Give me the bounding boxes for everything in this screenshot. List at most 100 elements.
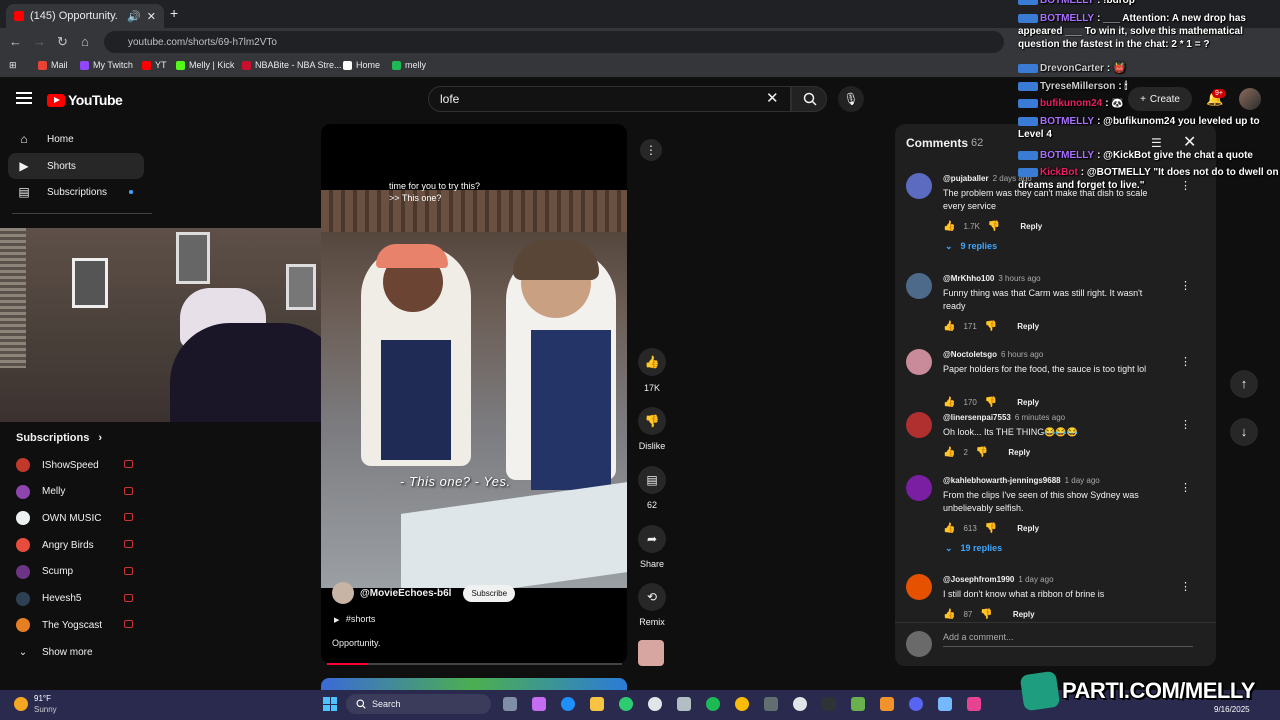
next-short-button[interactable]: ↓ <box>1230 418 1258 446</box>
bookmark-item[interactable]: Home <box>343 60 380 70</box>
thumbs-down-icon[interactable]: 👎 <box>985 523 997 534</box>
view-replies-button[interactable]: ⌄ 9 replies <box>945 241 997 252</box>
show-more-button[interactable]: ⌄ Show more <box>16 641 156 663</box>
reply-button[interactable]: Reply <box>1020 222 1042 231</box>
reply-button[interactable]: Reply <box>1013 610 1035 619</box>
view-replies-button[interactable]: ⌄ 19 replies <box>945 543 1002 554</box>
taskbar-search[interactable]: Search <box>346 694 491 714</box>
search-button[interactable] <box>791 86 827 112</box>
discord-icon[interactable] <box>909 697 923 711</box>
commenter-avatar[interactable] <box>906 412 932 438</box>
subscription-item[interactable]: Angry Birds <box>16 534 156 556</box>
comment-more-icon[interactable]: ⋮ <box>1180 355 1191 368</box>
short-video-frame[interactable] <box>321 190 627 588</box>
subscriptions-heading[interactable]: Subscriptions › <box>16 432 102 444</box>
back-icon[interactable]: ← <box>9 35 22 49</box>
comment-author[interactable]: @linersenpai7553 6 minutes ago <box>943 413 1065 422</box>
comment-author[interactable]: @kahlebhowarth-jennings9688 1 day ago <box>943 476 1100 485</box>
bookmark-item[interactable]: NBABite - NBA Stre... <box>242 60 342 70</box>
comment-author[interactable]: @Noctoletsgo 6 hours ago <box>943 350 1043 359</box>
commenter-avatar[interactable] <box>906 475 932 501</box>
more-options-icon[interactable]: ⋮ <box>640 139 662 161</box>
calculator-icon[interactable] <box>764 697 778 711</box>
new-tab-icon[interactable]: + <box>170 6 184 20</box>
weather-sun-icon[interactable] <box>14 697 28 711</box>
weather-temperature[interactable]: 91°F <box>34 694 51 703</box>
subscription-item[interactable]: Melly <box>16 481 156 503</box>
comment-more-icon[interactable]: ⋮ <box>1180 418 1191 431</box>
subscription-item[interactable]: The Yogscast <box>16 614 156 636</box>
obs-icon[interactable] <box>648 697 662 711</box>
reply-button[interactable]: Reply <box>1017 524 1039 533</box>
thumbs-up-icon[interactable]: 👍 <box>943 523 955 534</box>
thumbs-down-icon[interactable]: 👎 <box>988 221 1000 232</box>
subscribe-button[interactable]: Subscribe <box>463 584 516 602</box>
bookmark-item[interactable]: Melly | Kick <box>176 60 234 70</box>
valorant-icon[interactable] <box>967 697 981 711</box>
search-input[interactable]: lofe <box>428 86 791 112</box>
thumbs-down-icon[interactable]: 👎 <box>976 447 988 458</box>
commenter-avatar[interactable] <box>906 173 932 199</box>
like-button[interactable]: 👍 <box>638 348 666 376</box>
comment-more-icon[interactable]: ⋮ <box>1180 481 1191 494</box>
reload-icon[interactable]: ↻ <box>57 35 68 49</box>
minecraft-icon[interactable] <box>851 697 865 711</box>
commenter-avatar[interactable] <box>906 349 932 375</box>
subscription-item[interactable]: Hevesh5 <box>16 588 156 610</box>
copilot-icon[interactable] <box>532 697 546 711</box>
address-bar[interactable]: youtube.com/shorts/69-h7lm2VTo <box>104 31 1004 53</box>
paint-icon[interactable] <box>880 697 894 711</box>
audio-thumbnail[interactable] <box>638 640 664 666</box>
comment-more-icon[interactable]: ⋮ <box>1180 580 1191 593</box>
bookmark-item[interactable]: melly <box>392 60 426 70</box>
tab-close-icon[interactable]: ✕ <box>147 10 156 23</box>
add-comment-input[interactable]: Add a comment... <box>943 632 1193 647</box>
share-button[interactable]: ➦ <box>638 525 666 553</box>
sidebar-item-shorts[interactable]: ▶ Shorts <box>8 153 144 179</box>
edge-icon[interactable] <box>561 697 575 711</box>
thumbs-up-icon[interactable]: 👍 <box>943 609 955 620</box>
youtube-logo[interactable]: YouTube <box>47 92 123 108</box>
task-view-icon[interactable] <box>503 697 517 711</box>
subscription-item[interactable]: Scump <box>16 561 156 583</box>
reply-button[interactable]: Reply <box>1008 448 1030 457</box>
weather-description[interactable]: Sunny <box>34 705 57 714</box>
app-icon[interactable] <box>938 697 952 711</box>
chrome-icon[interactable] <box>735 697 749 711</box>
xbox-icon[interactable] <box>619 697 633 711</box>
thumbs-down-icon[interactable]: 👎 <box>980 609 992 620</box>
comment-author[interactable]: @MrKhho100 3 hours ago <box>943 274 1041 283</box>
progress-track[interactable] <box>327 663 622 665</box>
commenter-avatar[interactable] <box>906 273 932 299</box>
clear-search-icon[interactable]: ✕ <box>766 91 779 106</box>
forward-icon[interactable]: → <box>33 35 46 49</box>
dislike-button[interactable]: 👎 <box>638 407 666 435</box>
file-explorer-icon[interactable] <box>590 697 604 711</box>
bookmark-item[interactable]: My Twitch <box>80 60 133 70</box>
sidebar-item-home[interactable]: ⌂ Home <box>8 126 144 152</box>
reply-button[interactable]: Reply <box>1017 398 1039 407</box>
remix-button[interactable]: ⟲ <box>638 583 666 611</box>
thumbs-up-icon[interactable]: 👍 <box>943 321 955 332</box>
spotify-icon[interactable] <box>706 697 720 711</box>
subscription-item[interactable]: OWN MUSIC <box>16 507 156 529</box>
previous-short-button[interactable]: ↑ <box>1230 370 1258 398</box>
thumbs-down-icon[interactable]: 👎 <box>985 397 997 408</box>
taskbar-date[interactable]: 9/16/2025 <box>1214 705 1250 714</box>
media-player-icon[interactable] <box>793 697 807 711</box>
terminal-icon[interactable] <box>822 697 836 711</box>
commenter-avatar[interactable] <box>906 574 932 600</box>
store-icon[interactable] <box>677 697 691 711</box>
menu-icon[interactable] <box>16 92 32 104</box>
comment-more-icon[interactable]: ⋮ <box>1180 279 1191 292</box>
channel-avatar[interactable] <box>332 582 354 604</box>
reply-button[interactable]: Reply <box>1017 322 1039 331</box>
thumbs-up-icon[interactable]: 👍 <box>943 447 955 458</box>
browser-tab[interactable]: (145) Opportunity. - YouTu 🔊 ✕ <box>6 4 164 28</box>
windows-start-icon[interactable] <box>323 697 337 711</box>
thumbs-up-icon[interactable]: 👍 <box>943 397 955 408</box>
browser-home-icon[interactable]: ⌂ <box>81 35 89 49</box>
sidebar-item-subscriptions[interactable]: ▤ Subscriptions <box>8 179 144 205</box>
comment-author[interactable]: @Josephfrom1990 1 day ago <box>943 575 1054 584</box>
thumbs-up-icon[interactable]: 👍 <box>943 221 955 232</box>
